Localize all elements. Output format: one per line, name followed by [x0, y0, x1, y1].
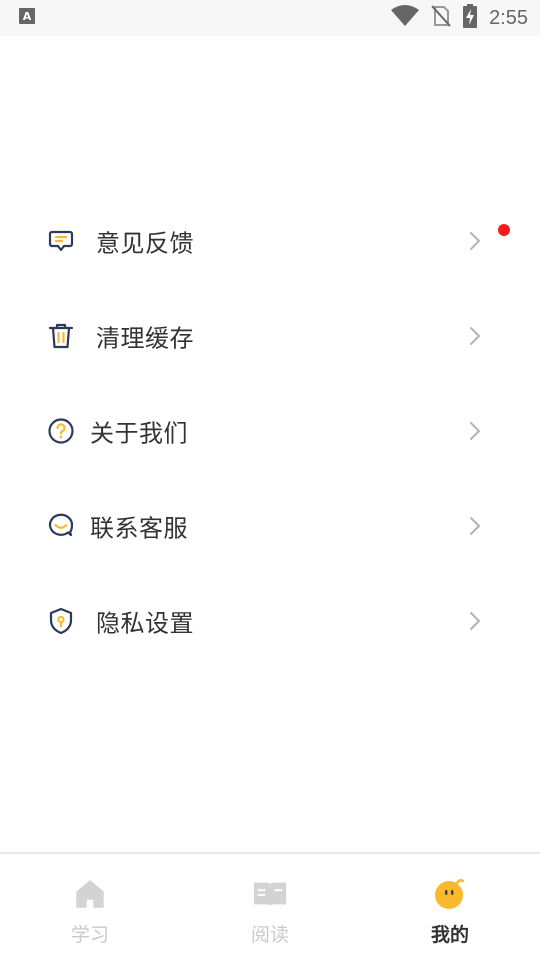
profile-face-icon: [432, 876, 468, 912]
menu-item-label: 关于我们: [90, 419, 188, 447]
feedback-icon: [46, 226, 76, 256]
menu-item-label: 意见反馈: [96, 229, 194, 257]
notification-badge: [498, 224, 510, 236]
tab-reading[interactable]: 阅读: [180, 854, 360, 960]
privacy-shield-icon: [46, 606, 76, 636]
menu-item-feedback[interactable]: 意见反馈: [0, 193, 540, 288]
menu-item-clear-cache[interactable]: 清理缓存: [0, 288, 540, 383]
tab-label: 我的: [430, 924, 469, 946]
question-icon: [46, 416, 76, 446]
bottom-tab-bar: 学习 阅读 我的: [0, 852, 540, 960]
menu-item-label: 联系客服: [90, 514, 188, 542]
menu-item-label: 清理缓存: [96, 324, 194, 352]
menu-item-label: 隐私设置: [96, 609, 194, 637]
tab-label: 学习: [70, 924, 109, 946]
no-sim-icon: [431, 5, 451, 31]
trash-icon: [46, 321, 76, 351]
menu-item-privacy-settings[interactable]: 隐私设置: [0, 573, 540, 668]
svg-text:A: A: [23, 10, 32, 23]
chevron-right-icon: [470, 611, 480, 630]
status-time: 2:55: [489, 6, 528, 29]
status-bar: A 2:55: [0, 0, 540, 36]
wifi-icon: [391, 5, 420, 31]
chevron-right-icon: [470, 516, 480, 535]
menu-item-contact-service[interactable]: 联系客服: [0, 478, 540, 573]
menu-item-about-us[interactable]: 关于我们: [0, 383, 540, 478]
settings-menu: 意见反馈 清理缓存 关于我们 联系客服 隐私设置: [0, 193, 540, 668]
keyboard-a-icon: A: [18, 7, 36, 29]
tab-mine[interactable]: 我的: [360, 854, 540, 960]
chevron-right-icon: [470, 231, 480, 250]
battery-charging-icon: [463, 4, 478, 32]
chevron-right-icon: [470, 326, 480, 345]
customer-service-icon: [46, 511, 76, 541]
book-icon: [252, 876, 288, 912]
tab-label: 阅读: [250, 924, 289, 946]
home-icon: [72, 876, 108, 912]
chevron-right-icon: [470, 421, 480, 440]
tab-study[interactable]: 学习: [0, 854, 180, 960]
